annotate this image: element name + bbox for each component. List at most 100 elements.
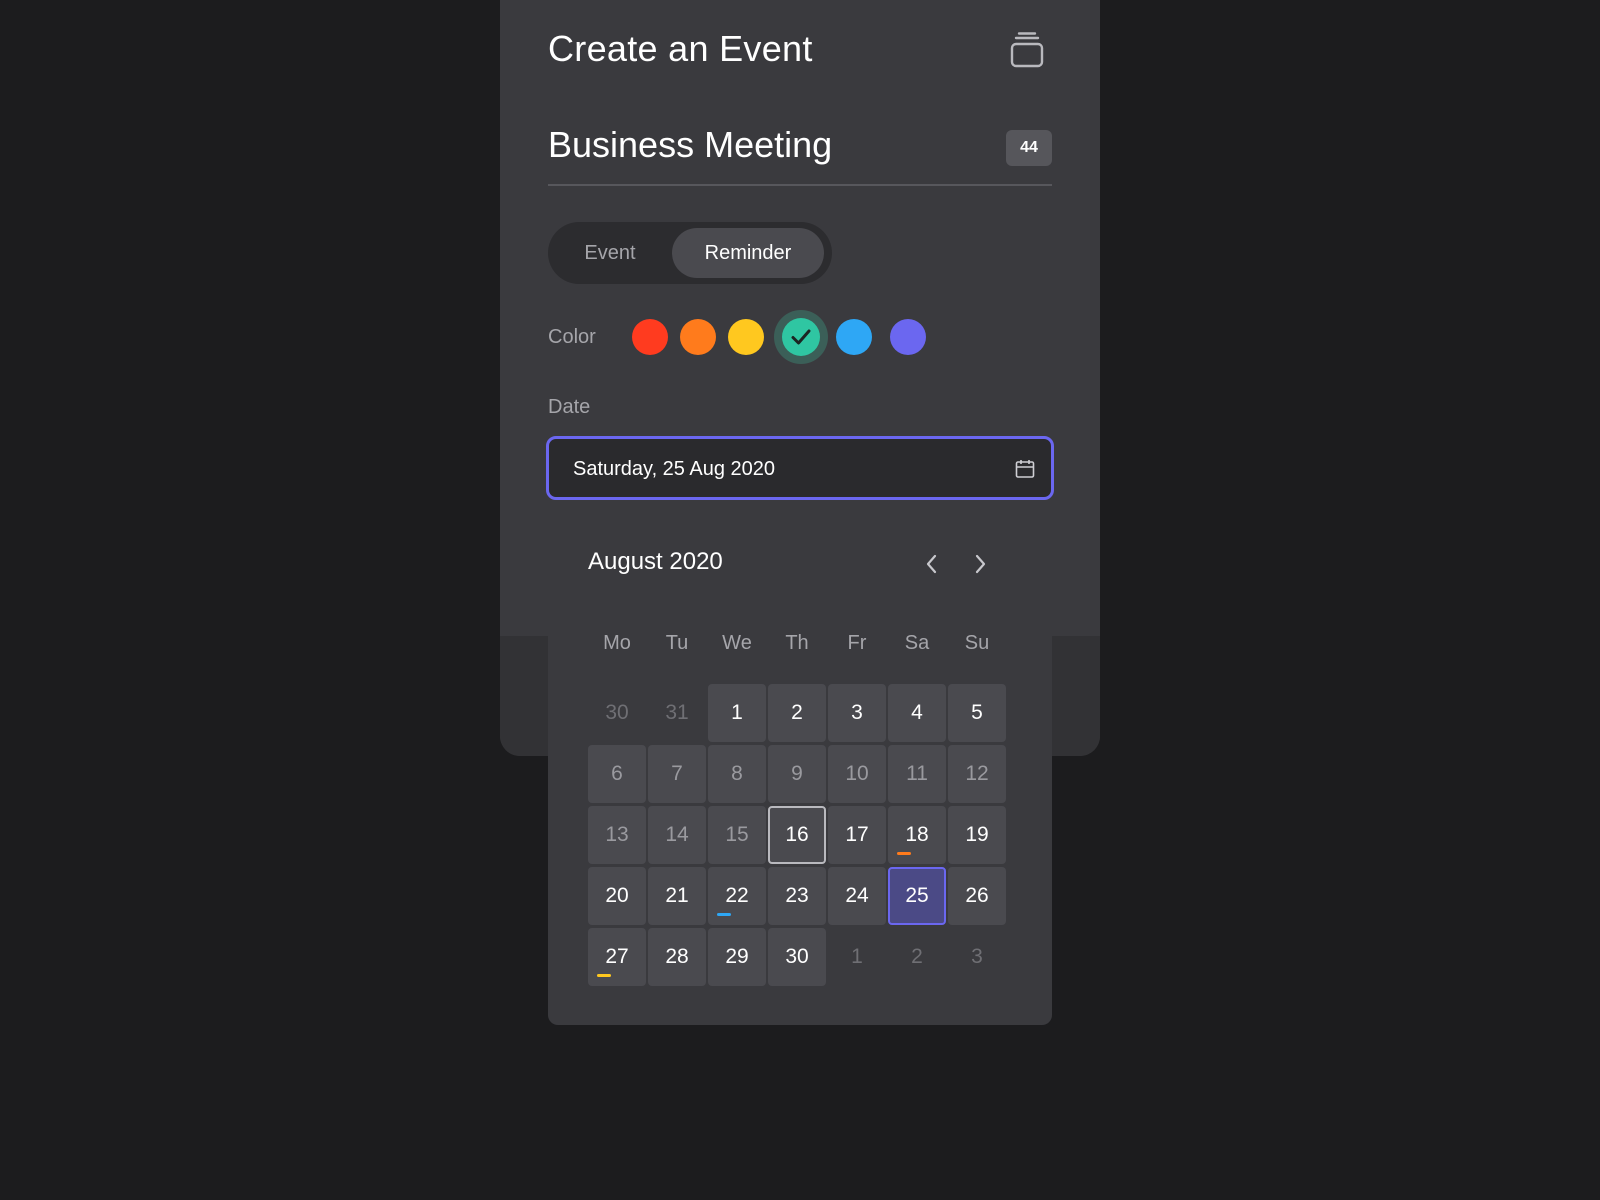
- calendar-day[interactable]: 11: [888, 745, 946, 803]
- color-swatch-yellow[interactable]: [728, 319, 764, 355]
- date-value: Saturday, 25 Aug 2020: [573, 458, 776, 480]
- calendar-day[interactable]: 10: [828, 745, 886, 803]
- calendar-day[interactable]: 7: [648, 745, 706, 803]
- calendar-day[interactable]: 13: [588, 806, 646, 864]
- calendar-day[interactable]: 30: [768, 928, 826, 986]
- calendar-day-number: 30: [605, 701, 629, 724]
- prev-month-button[interactable]: [918, 550, 946, 578]
- calendar-day: 30: [588, 684, 646, 742]
- calendar-day-number: 5: [971, 701, 983, 724]
- calendar-day[interactable]: 3: [828, 684, 886, 742]
- calendar-day[interactable]: 14: [648, 806, 706, 864]
- calendar-day[interactable]: 27: [588, 928, 646, 986]
- color-swatch-orange[interactable]: [680, 319, 716, 355]
- calendar-day-number: 10: [845, 762, 869, 785]
- calendar-day-number: 11: [906, 762, 928, 785]
- event-name-field[interactable]: Business Meeting 44: [548, 120, 1052, 186]
- calendar-day[interactable]: 29: [708, 928, 766, 986]
- calendar-day[interactable]: 12: [948, 745, 1006, 803]
- char-count-badge: 44: [1006, 130, 1052, 166]
- calendar-day-number: 17: [845, 823, 869, 846]
- calendar-day-number: 8: [731, 762, 743, 785]
- calendar-day-number: 28: [665, 945, 689, 968]
- calendar-day: 1: [828, 928, 886, 986]
- calendar-day-number: 1: [851, 945, 863, 968]
- color-swatch-teal[interactable]: [774, 310, 828, 364]
- calendar-day-number: 31: [665, 701, 689, 724]
- calendar-day[interactable]: 26: [948, 867, 1006, 925]
- calendar-day-number: 22: [725, 884, 749, 907]
- event-marker: [597, 974, 611, 977]
- calendar-day[interactable]: 19: [948, 806, 1006, 864]
- calendar-day-number: 12: [965, 762, 989, 785]
- calendar-day[interactable]: 20: [588, 867, 646, 925]
- event-marker: [717, 913, 731, 916]
- page-title: Create an Event: [548, 28, 813, 69]
- calendar-day[interactable]: 21: [648, 867, 706, 925]
- calendar-day-number: 29: [725, 945, 749, 968]
- calendar-day[interactable]: 15: [708, 806, 766, 864]
- check-icon: [791, 329, 811, 345]
- calendar-day[interactable]: 8: [708, 745, 766, 803]
- weekday-label: Th: [785, 632, 809, 654]
- calendar-month-title: August 2020: [588, 548, 723, 575]
- calendar-day-number: 2: [911, 945, 923, 968]
- weekday-label: Su: [964, 632, 990, 654]
- calendar-day-number: 3: [971, 945, 983, 968]
- calendar-day-number: 7: [671, 762, 683, 785]
- calendar-day-number: 23: [785, 884, 809, 907]
- weekday-label: We: [722, 632, 752, 654]
- calendar-day[interactable]: 2: [768, 684, 826, 742]
- calendar-day[interactable]: 9: [768, 745, 826, 803]
- calendar-day[interactable]: 23: [768, 867, 826, 925]
- calendar-day-selected[interactable]: 25: [888, 867, 946, 925]
- calendar-day-number: 24: [845, 884, 869, 907]
- next-month-button[interactable]: [966, 550, 994, 578]
- calendar-day[interactable]: 4: [888, 684, 946, 742]
- date-picker-popup: August 2020 Mo Tu We Th Fr Sa Su 30 31 1 2 3 4 5 6 7 8 9…: [548, 512, 1052, 1025]
- event-marker: [897, 852, 911, 855]
- calendar-day-number: 19: [965, 823, 989, 846]
- calendar-day-number: 13: [605, 823, 629, 846]
- calendar-day-number: 3: [851, 701, 863, 724]
- stack-icon[interactable]: [1010, 32, 1044, 68]
- calendar-day-number: 14: [665, 823, 689, 846]
- calendar-day-number: 4: [911, 701, 923, 724]
- event-option[interactable]: Event: [554, 228, 666, 278]
- calendar-day: 2: [888, 928, 946, 986]
- date-input[interactable]: Saturday, 25 Aug 2020: [546, 436, 1054, 500]
- calendar-day-number: 26: [965, 884, 989, 907]
- weekday-label: Sa: [904, 632, 930, 654]
- color-swatch-red[interactable]: [632, 319, 668, 355]
- calendar-day-number: 2: [791, 701, 803, 724]
- calendar-day[interactable]: 28: [648, 928, 706, 986]
- calendar-day-number: 16: [785, 823, 809, 846]
- event-name-value: Business Meeting: [548, 124, 833, 165]
- calendar-day-number: 6: [611, 762, 623, 785]
- calendar-day: 3: [948, 928, 1006, 986]
- calendar-day-number: 1: [731, 701, 743, 724]
- calendar-day-number: 30: [785, 945, 809, 968]
- color-swatch-blue[interactable]: [836, 319, 872, 355]
- calendar-icon[interactable]: [1015, 459, 1035, 479]
- color-label: Color: [548, 326, 596, 348]
- calendar-day[interactable]: 24: [828, 867, 886, 925]
- weekday-label: Fr: [847, 632, 867, 654]
- calendar-day[interactable]: 1: [708, 684, 766, 742]
- calendar-day[interactable]: 6: [588, 745, 646, 803]
- calendar-day[interactable]: 18: [888, 806, 946, 864]
- color-swatch-purple[interactable]: [890, 319, 926, 355]
- event-type-toggle: Event Reminder: [548, 222, 832, 284]
- calendar-day[interactable]: 22: [708, 867, 766, 925]
- weekday-label: Tu: [665, 632, 689, 654]
- calendar-day[interactable]: 5: [948, 684, 1006, 742]
- calendar-day[interactable]: 17: [828, 806, 886, 864]
- calendar-day-number: 21: [665, 884, 689, 907]
- calendar-day-today[interactable]: 16: [768, 806, 826, 864]
- date-label: Date: [548, 396, 591, 418]
- calendar-day-number: 15: [725, 823, 749, 846]
- calendar-day-number: 9: [791, 762, 803, 785]
- reminder-option[interactable]: Reminder: [672, 228, 824, 278]
- calendar-day-number: 27: [605, 945, 629, 968]
- calendar-day-number: 18: [905, 823, 929, 846]
